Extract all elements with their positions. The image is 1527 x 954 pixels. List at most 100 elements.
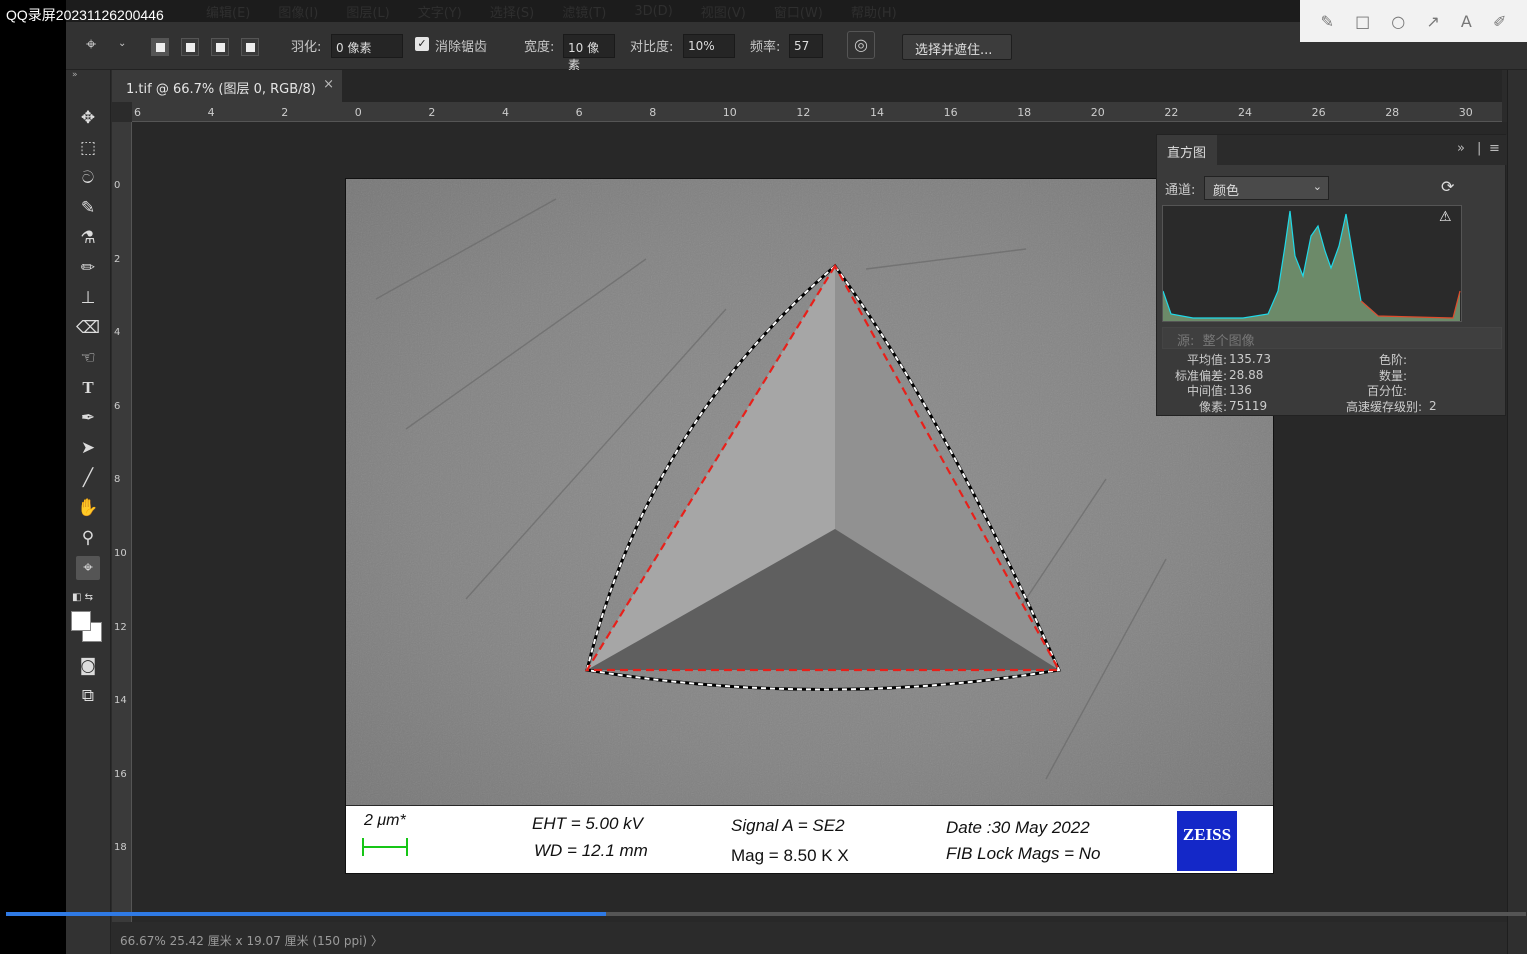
ruler-left: 0 2 4 6 8 10 12 14 16 18 — [112, 122, 132, 922]
new-selection-button[interactable] — [151, 38, 169, 56]
std-value: 28.88 — [1229, 368, 1264, 382]
status-text: 66.67% 25.42 厘米 x 19.07 厘米 (150 ppi) 〉 — [120, 934, 383, 948]
menu-item[interactable]: 文字(Y) — [418, 2, 462, 21]
eyedropper-tool-icon[interactable]: ⚗ — [76, 226, 100, 250]
document-tab[interactable]: 1.tif @ 66.7% (图层 0, RGB/8) × — [112, 70, 342, 102]
ruler-tick-label: 20 — [1090, 106, 1105, 119]
mean-label: 平均值: — [1186, 353, 1227, 367]
eraser-tool-icon[interactable]: ⌫ — [76, 316, 100, 340]
panel-menu-icon[interactable]: ≡ — [1489, 141, 1500, 156]
select-and-mask-button[interactable]: 选择并遮住... — [902, 34, 1012, 60]
source-select[interactable]: 源: 整个图像 — [1162, 327, 1502, 349]
foreground-color-swatch[interactable] — [71, 611, 91, 631]
menu-item[interactable]: 3D(D) — [634, 4, 672, 19]
ruler-tick-label: 12 — [114, 621, 127, 633]
contrast-input[interactable]: 10% — [683, 34, 735, 58]
feather-input[interactable]: 0 像素 — [331, 34, 403, 58]
median-value: 136 — [1229, 383, 1252, 397]
ruler-tick-label: 30 — [1458, 106, 1473, 119]
warning-icon[interactable]: ⚠ — [1439, 209, 1452, 225]
screen-mode-icon[interactable]: ⧉ — [76, 684, 100, 708]
histogram-tab[interactable]: 直方图 — [1157, 135, 1217, 165]
default-colors-icon[interactable]: ◧ ⇆ — [72, 592, 93, 603]
channel-select[interactable]: 颜色 ⌄ — [1204, 176, 1329, 200]
ruler-tick-label: 22 — [1164, 106, 1179, 119]
width-input[interactable]: 10 像素 — [563, 34, 615, 72]
quick-mask-icon[interactable]: ◙ — [76, 654, 100, 678]
hand-tool-icon[interactable]: ✋ — [76, 496, 100, 520]
frequency-input[interactable]: 57 — [789, 34, 823, 58]
menu-item[interactable]: 滤镜(T) — [562, 2, 606, 21]
pen-icon[interactable]: ✎ — [1321, 12, 1334, 31]
histogram-panel: 直方图 » | ≡ 通道: 颜色 ⌄ ⟳ ⚠ 源: 整个图像 平均值: 135.… — [1156, 134, 1507, 416]
menu-item[interactable]: 帮助(H) — [851, 2, 897, 21]
menu-item[interactable]: 选择(S) — [490, 2, 534, 21]
ruler-tick-label: 0 — [354, 106, 362, 119]
frequency-label: 频率: — [750, 40, 781, 55]
subtract-selection-button[interactable] — [211, 38, 229, 56]
ruler-tick-label: 8 — [649, 106, 657, 119]
path-select-tool-icon[interactable]: ➤ — [76, 436, 100, 460]
ruler-tick-label: 8 — [114, 474, 121, 486]
menu-item[interactable]: 图层(L) — [346, 2, 389, 21]
add-selection-button[interactable] — [181, 38, 199, 56]
recorder-left-strip — [0, 0, 66, 954]
text-icon[interactable]: A — [1461, 12, 1472, 31]
circle-icon[interactable]: ○ — [1391, 12, 1405, 31]
rectangle-icon[interactable]: □ — [1355, 12, 1370, 31]
ruler-tick-label: 6 — [575, 106, 583, 119]
stamp-tool-icon[interactable]: ⊥ — [76, 286, 100, 310]
magnetic-lasso-tool-icon[interactable]: ⌖ — [76, 556, 100, 580]
pixels-label: 像素: — [1198, 400, 1227, 414]
menu-item[interactable]: 窗口(W) — [774, 2, 823, 21]
menu-item[interactable]: 编辑(E) — [206, 2, 250, 21]
pixels-value: 75119 — [1229, 399, 1268, 413]
zoom-tool-icon[interactable]: ⚲ — [76, 526, 100, 550]
ruler-tick-label: 24 — [1238, 106, 1252, 119]
smudge-tool-icon[interactable]: ☜ — [76, 346, 100, 370]
quick-select-tool-icon[interactable]: ✎ — [76, 196, 100, 220]
document-tab-label: 1.tif @ 66.7% (图层 0, RGB/8) — [126, 82, 316, 97]
marker-icon[interactable]: ✐ — [1493, 12, 1506, 31]
close-icon[interactable]: × — [323, 77, 334, 92]
brush-tool-icon[interactable]: ✏ — [76, 256, 100, 280]
scale-bar-label: 2 μm* — [364, 812, 406, 829]
magnetic-lasso-tool-icon[interactable]: ⌖ — [86, 34, 96, 55]
indentation-overlay — [346, 179, 1273, 805]
expand-panel-icon[interactable]: » — [1457, 141, 1465, 156]
chevron-down-icon: ⌄ — [1312, 180, 1322, 193]
lasso-tool-icon[interactable]: ට — [76, 166, 100, 190]
mean-value: 135.73 — [1229, 352, 1271, 366]
ruler-tick-label: 18 — [114, 842, 127, 854]
eht-value: EHT = 5.00 kV — [532, 814, 644, 833]
chevron-down-icon[interactable]: ⌄ — [118, 38, 126, 49]
feather-label: 羽化: — [291, 40, 322, 55]
zeiss-logo: ZEISS — [1177, 811, 1237, 871]
percentile-label: 百分位: — [1366, 384, 1407, 398]
divider-icon: | — [1477, 141, 1482, 156]
ruler-tick-label: 28 — [1385, 106, 1400, 119]
collapse-icon[interactable]: » — [72, 70, 78, 80]
ruler-tick-label: 10 — [114, 548, 127, 559]
intersect-selection-button[interactable] — [241, 38, 259, 56]
menu-item[interactable]: 视图(V) — [701, 2, 746, 21]
arrow-icon[interactable]: ↗ — [1426, 12, 1439, 31]
right-panel-strip — [1507, 70, 1527, 954]
line-tool-icon[interactable]: ╱ — [76, 466, 100, 490]
pressure-pen-icon[interactable]: ◎ — [847, 31, 875, 59]
document-image[interactable]: 2 μm* EHT = 5.00 kV WD = 12.1 mm Signal … — [345, 178, 1274, 874]
ruler-tick-label: 16 — [114, 768, 127, 780]
date-value: Date :30 May 2022 — [946, 818, 1090, 837]
recording-progress-fill — [6, 912, 607, 916]
recording-progress-bar[interactable] — [6, 912, 1526, 916]
level-label: 色阶: — [1378, 353, 1407, 367]
ruler-tick-label: 4 — [502, 106, 509, 119]
type-tool-icon[interactable]: T — [76, 376, 100, 400]
pen-tool-icon[interactable]: ✒ — [76, 406, 100, 430]
menu-item[interactable]: 图像(I) — [278, 2, 318, 21]
antialias-checkbox[interactable]: ✓ — [415, 37, 429, 51]
move-tool-icon[interactable]: ✥ — [76, 106, 100, 130]
recorder-toolbar: ✎ □ ○ ↗ A ✐ — [1300, 0, 1527, 42]
refresh-icon[interactable]: ⟳ — [1441, 177, 1454, 196]
marquee-tool-icon[interactable]: ⬚ — [76, 136, 100, 160]
